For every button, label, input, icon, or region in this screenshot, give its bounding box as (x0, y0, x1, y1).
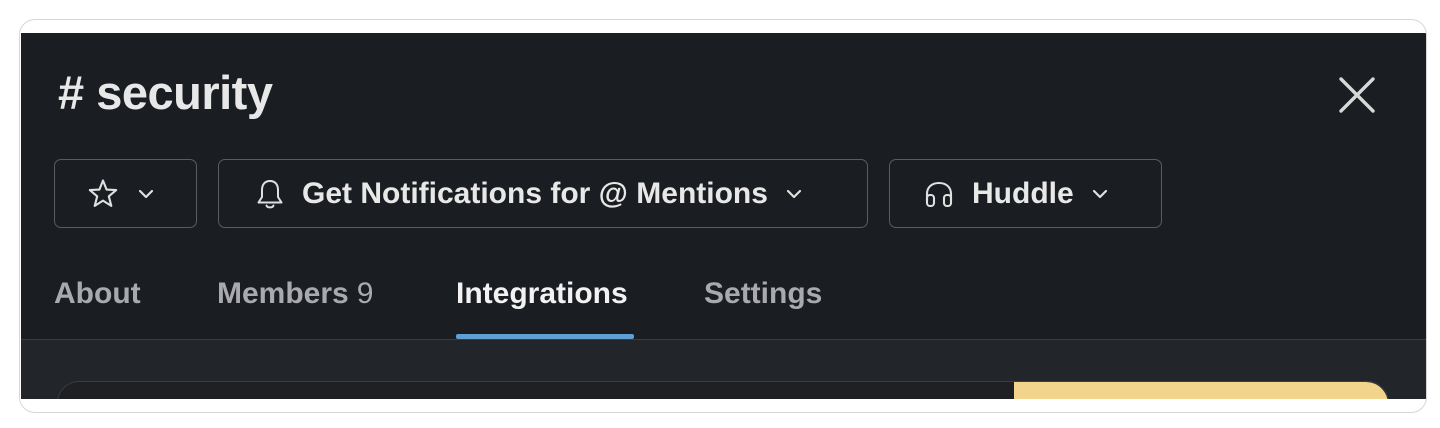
bell-icon (255, 177, 285, 211)
notifications-button[interactable]: Get Notifications for @ Mentions (218, 159, 868, 228)
close-icon (1339, 77, 1375, 113)
chevron-down-icon (138, 189, 154, 199)
tab-integrations[interactable]: Integrations (456, 277, 628, 311)
star-channel-button[interactable] (54, 159, 197, 228)
channel-details-panel: # security Get Notifications for @ Menti… (21, 33, 1426, 399)
close-button[interactable] (1337, 75, 1377, 115)
active-tab-indicator (456, 334, 634, 339)
tab-about[interactable]: About (54, 277, 141, 311)
tab-label: Members (217, 277, 349, 310)
chevron-down-icon (1092, 189, 1108, 199)
notifications-label: Get Notifications for @ Mentions (302, 176, 768, 210)
tab-content-area (21, 340, 1426, 399)
tab-label: Settings (704, 277, 823, 310)
channel-title: # security (58, 66, 273, 119)
card-accent (1014, 382, 1388, 399)
star-icon (86, 177, 120, 211)
huddle-label: Huddle (972, 176, 1074, 210)
tab-bar: About Members 9 Integrations Settings (21, 263, 1426, 340)
chevron-down-icon (786, 189, 802, 199)
modal-frame: # security Get Notifications for @ Menti… (19, 19, 1427, 413)
tab-members[interactable]: Members 9 (217, 277, 373, 311)
members-count: 9 (356, 277, 374, 310)
tab-label: About (54, 277, 141, 310)
tab-settings[interactable]: Settings (704, 277, 822, 311)
integration-card (57, 381, 1389, 399)
huddle-button[interactable]: Huddle (889, 159, 1162, 228)
tab-label: Integrations (456, 277, 628, 310)
headphones-icon (923, 179, 955, 209)
